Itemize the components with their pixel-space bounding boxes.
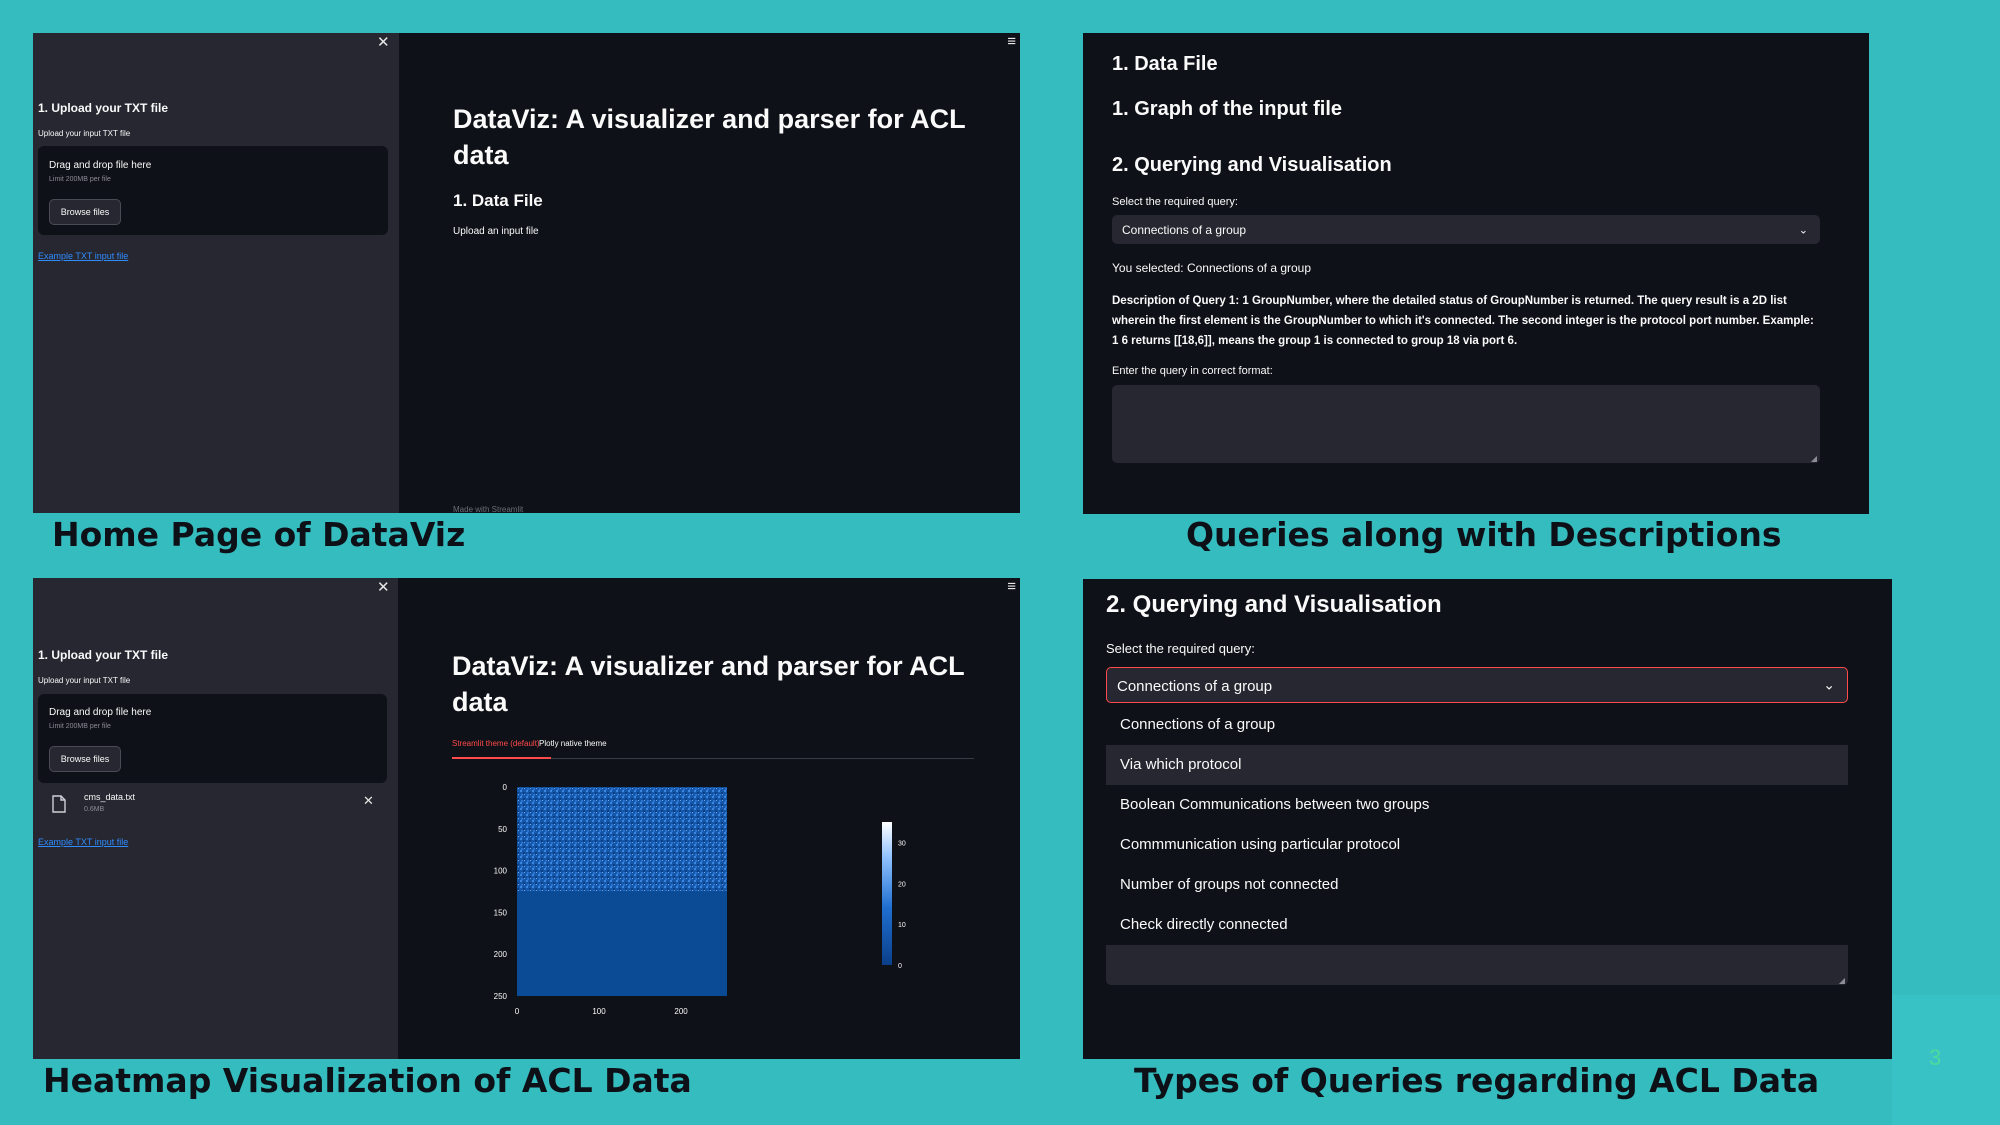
browse-files-button[interactable]: Browse files <box>49 746 121 772</box>
dropzone-limit: Limit 200MB per file <box>49 723 111 730</box>
footer-text[interactable]: Made with Streamlit <box>453 505 523 513</box>
query-select-open[interactable]: Connections of a group ⌄ <box>1106 667 1848 703</box>
panel-heatmap: ✕ 1. Upload your TXT file Upload your in… <box>33 578 1020 1059</box>
sidebar-header: 1. Upload your TXT file <box>38 648 169 662</box>
sidebar: ✕ 1. Upload your TXT file Upload your in… <box>33 33 399 513</box>
caption-home-page: Home Page of DataViz <box>52 515 466 554</box>
close-sidebar-icon[interactable]: ✕ <box>377 578 390 596</box>
select-label: Select the required query: <box>1112 196 1238 208</box>
colorbar-tick-label: 20 <box>898 881 906 888</box>
slide-number: 3 <box>1929 1045 1942 1070</box>
browse-files-button[interactable]: Browse files <box>49 199 121 225</box>
sidebar-header: 1. Upload your TXT file <box>38 101 169 115</box>
y-tick-label: 0 <box>503 783 508 792</box>
upload-instruction: Upload an input file <box>453 226 539 237</box>
caption-queries-descriptions: Queries along with Descriptions <box>1186 515 1782 554</box>
query-option[interactable]: Connections of a group <box>1106 705 1848 745</box>
hamburger-menu-icon[interactable]: ≡ <box>1007 578 1016 595</box>
uploaded-file-row: cms_data.txt 0.6MB ✕ <box>38 788 387 824</box>
app-title: DataViz: A visualizer and parser for ACL… <box>452 651 965 717</box>
heading-querying: 2. Querying and Visualisation <box>1106 591 1442 618</box>
file-dropzone[interactable]: Drag and drop file here Limit 200MB per … <box>38 146 388 235</box>
close-sidebar-icon[interactable]: ✕ <box>377 33 390 51</box>
sidebar: ✕ 1. Upload your TXT file Upload your in… <box>33 578 398 1059</box>
query-input-label: Enter the query in correct format: <box>1112 365 1273 377</box>
main-content: ≡ DataViz: A visualizer and parser for A… <box>399 33 1020 513</box>
y-tick-label: 150 <box>494 908 508 917</box>
heatmap-colorbar: 0 10 20 30 <box>882 822 906 968</box>
section-heading: 1. Data File <box>453 191 543 210</box>
colorbar-tick-label: 10 <box>898 922 906 929</box>
query-select-value: Connections of a group <box>1122 223 1247 237</box>
tab-plotly-theme[interactable]: Plotly native theme <box>539 739 607 748</box>
select-label: Select the required query: <box>1106 641 1255 656</box>
upload-label: Upload your input TXT file <box>38 676 131 685</box>
heading-graph: 1. Graph of the input file <box>1112 98 1342 120</box>
dropzone-limit: Limit 200MB per file <box>49 176 111 183</box>
x-tick-label: 200 <box>674 1007 688 1016</box>
active-tab-indicator <box>452 757 551 759</box>
y-tick-label: 250 <box>494 992 508 1001</box>
dropzone-text: Drag and drop file here <box>49 160 152 171</box>
query-option[interactable]: Boolean Communications between two group… <box>1106 785 1848 825</box>
colorbar-gradient <box>882 822 892 965</box>
query-options-dropdown: Connections of a group Via which protocol… <box>1106 705 1848 945</box>
x-tick-label: 100 <box>592 1007 606 1016</box>
query-input-textarea[interactable]: ◢ <box>1112 385 1820 463</box>
heatmap-chart[interactable]: 0 50 100 150 200 250 0 100 200 <box>478 778 838 1038</box>
heading-querying: 2. Querying and Visualisation <box>1112 154 1392 176</box>
chevron-down-icon: ⌄ <box>1798 224 1808 236</box>
file-icon <box>52 795 66 813</box>
app-title: DataViz: A visualizer and parser for ACL… <box>453 104 966 170</box>
query-input-textarea[interactable]: ◢ <box>1106 945 1848 985</box>
chevron-down-icon: ⌄ <box>1823 676 1835 693</box>
heatmap-bottom-region <box>517 891 727 996</box>
caption-query-types: Types of Queries regarding ACL Data <box>1134 1061 1820 1100</box>
heading-data-file: 1. Data File <box>1112 53 1218 75</box>
panel-queries-descriptions: 1. Data File 1. Graph of the input file … <box>1083 33 1869 514</box>
you-selected-text: You selected: Connections of a group <box>1112 261 1312 275</box>
upload-label: Upload your input TXT file <box>38 129 131 138</box>
colorbar-tick-label: 30 <box>898 840 906 847</box>
tab-streamlit-theme[interactable]: Streamlit theme (default) <box>452 739 540 748</box>
y-tick-label: 50 <box>498 825 507 834</box>
colorbar-tick-label: 0 <box>898 963 902 968</box>
query-description: Description of Query 1: 1 GroupNumber, w… <box>1112 295 1814 347</box>
resize-handle-icon[interactable]: ◢ <box>1839 976 1845 985</box>
slide-number-block: 3 <box>1892 995 2000 1125</box>
query-option[interactable]: Number of groups not connected <box>1106 865 1848 905</box>
caption-heatmap: Heatmap Visualization of ACL Data <box>43 1061 692 1100</box>
file-name: cms_data.txt <box>84 792 136 802</box>
x-tick-label: 0 <box>515 1007 520 1016</box>
file-size: 0.6MB <box>84 806 105 813</box>
resize-handle-icon[interactable]: ◢ <box>1811 454 1817 463</box>
query-option[interactable]: Commmunication using particular protocol <box>1106 825 1848 865</box>
query-option[interactable]: Via which protocol <box>1106 745 1848 785</box>
y-tick-label: 100 <box>494 867 508 876</box>
query-select[interactable]: Connections of a group ⌄ <box>1112 215 1820 244</box>
panel-home-page: ✕ 1. Upload your TXT file Upload your in… <box>33 33 1020 513</box>
query-select-value: Connections of a group <box>1117 678 1273 695</box>
heatmap-top-region <box>517 787 727 891</box>
panel-query-types: 2. Querying and Visualisation Select the… <box>1083 579 1892 1059</box>
main-content: ≡ DataViz: A visualizer and parser for A… <box>398 578 1020 1059</box>
hamburger-menu-icon[interactable]: ≡ <box>1007 33 1016 50</box>
example-file-link[interactable]: Example TXT input file <box>38 251 128 261</box>
dropzone-text: Drag and drop file here <box>49 707 152 718</box>
remove-file-icon[interactable]: ✕ <box>363 793 374 809</box>
file-dropzone[interactable]: Drag and drop file here Limit 200MB per … <box>38 694 387 783</box>
y-tick-label: 200 <box>494 950 508 959</box>
example-file-link[interactable]: Example TXT input file <box>38 837 128 847</box>
query-option[interactable]: Check directly connected <box>1106 905 1848 945</box>
